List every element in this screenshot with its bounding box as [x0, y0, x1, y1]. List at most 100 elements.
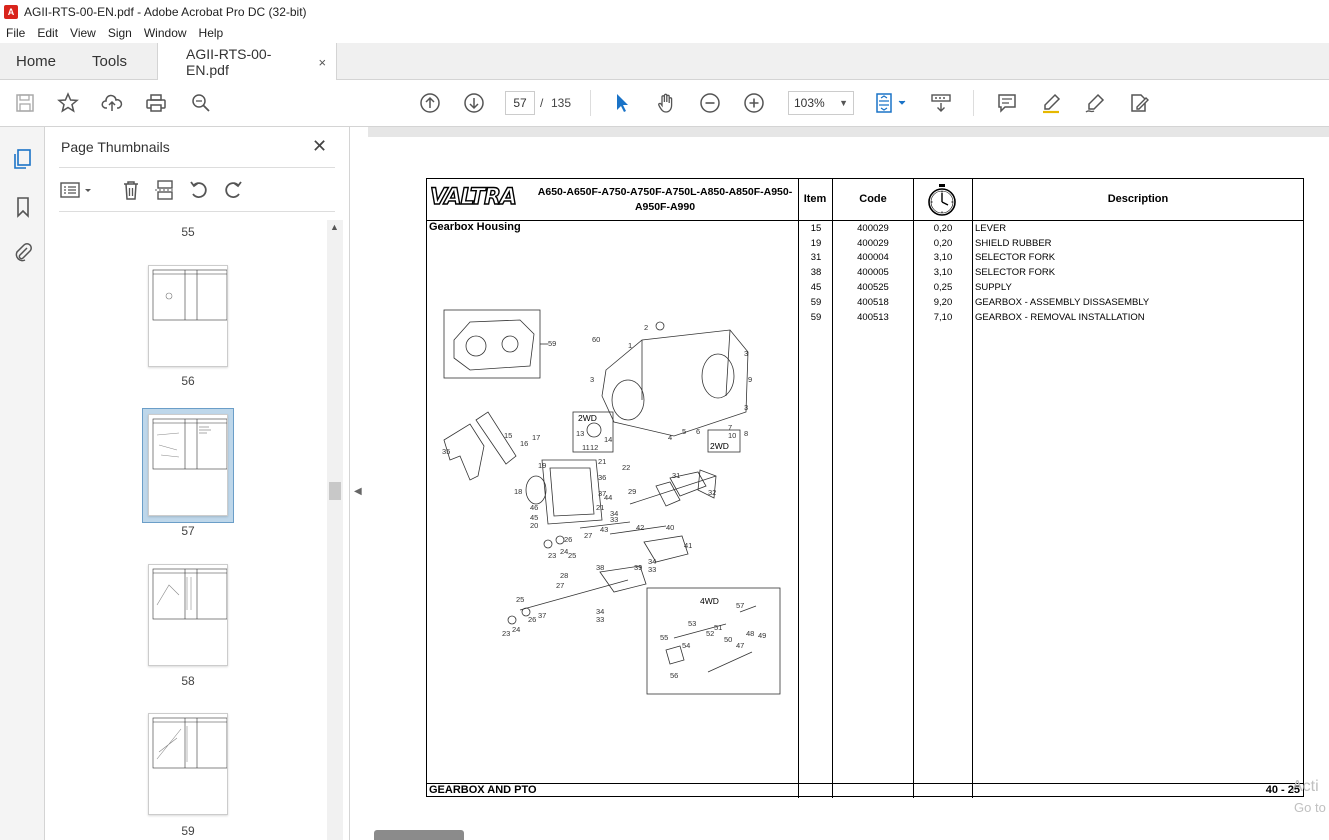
row-time: 0,20 — [933, 223, 953, 234]
extract-pages-icon[interactable] — [153, 179, 177, 201]
thumbnail-page-57[interactable] — [148, 414, 228, 516]
thumbnail-label-59: 59 — [181, 824, 195, 838]
row-description: SUPPLY — [975, 282, 1012, 293]
svg-text:46: 46 — [530, 503, 538, 512]
rotate-clockwise-icon[interactable] — [221, 179, 245, 201]
upload-cloud-icon[interactable] — [101, 92, 123, 114]
draw-signature-icon[interactable] — [1084, 92, 1106, 114]
row-code: 400513 — [857, 312, 889, 323]
row-item: 38 — [810, 267, 822, 278]
page-separator: / — [540, 96, 544, 110]
svg-text:50: 50 — [724, 635, 732, 644]
bookmarks-icon[interactable] — [11, 195, 35, 219]
menu-window[interactable]: Window — [144, 26, 187, 40]
save-icon[interactable] — [14, 92, 36, 114]
menu-help[interactable]: Help — [199, 26, 224, 40]
delete-page-icon[interactable] — [119, 179, 143, 201]
thumbnail-label-56: 56 — [181, 374, 195, 388]
svg-text:5: 5 — [682, 427, 686, 436]
comment-icon[interactable] — [996, 92, 1018, 114]
row-code: 400004 — [857, 252, 889, 263]
menu-sign[interactable]: Sign — [108, 26, 132, 40]
svg-text:15: 15 — [504, 431, 512, 440]
menu-edit[interactable]: Edit — [37, 26, 58, 40]
thumbnail-options-icon[interactable] — [59, 179, 95, 201]
attachments-paperclip-icon[interactable] — [11, 240, 35, 264]
row-time: 0,20 — [933, 238, 953, 249]
svg-text:20: 20 — [530, 521, 538, 530]
svg-text:16: 16 — [520, 439, 528, 448]
row-description: GEARBOX - ASSEMBLY DISSASEMBLY — [975, 297, 1150, 308]
tab-bar: Home Tools AGII-RTS-00-EN.pdf × — [0, 43, 1329, 81]
rotate-counterclockwise-icon[interactable] — [187, 179, 211, 201]
row-code: 400029 — [857, 238, 889, 249]
drawing-label-4wd: 4WD — [700, 596, 719, 606]
hand-tool-icon[interactable] — [655, 92, 677, 114]
svg-text:42: 42 — [636, 523, 644, 532]
fit-page-icon[interactable] — [874, 92, 910, 114]
model-list: A650-A650F-A750-A750F-A750L-A850-A850F-A… — [537, 186, 793, 213]
zoom-search-icon[interactable] — [190, 92, 212, 114]
svg-text:23: 23 — [502, 629, 510, 638]
select-cursor-icon[interactable] — [611, 92, 633, 114]
svg-text:38: 38 — [596, 563, 604, 572]
svg-text:33: 33 — [648, 565, 656, 574]
svg-text:39: 39 — [634, 563, 642, 572]
edit-pdf-icon[interactable] — [1128, 92, 1150, 114]
scroll-mode-icon[interactable] — [930, 92, 952, 114]
svg-text:8: 8 — [744, 429, 748, 438]
previous-page-icon[interactable] — [419, 92, 441, 114]
svg-text:56: 56 — [670, 671, 678, 680]
zoom-out-icon[interactable] — [699, 92, 721, 114]
thumbnail-page-56[interactable] — [148, 265, 228, 367]
acrobat-icon: A — [4, 4, 18, 19]
svg-text:25: 25 — [568, 551, 576, 560]
svg-text:6: 6 — [696, 427, 700, 436]
svg-text:27: 27 — [584, 531, 592, 540]
drawing-label-2wd: 2WD — [578, 413, 597, 423]
thumbnail-page-58[interactable] — [148, 564, 228, 666]
zoom-level-select[interactable]: 103% ▼ — [788, 91, 854, 115]
page-thumbnails-icon[interactable] — [11, 147, 35, 171]
page-size-badge — [374, 830, 464, 840]
bookmark-star-icon[interactable] — [57, 92, 79, 114]
row-time: 3,10 — [933, 267, 953, 278]
section-title: Gearbox Housing — [429, 221, 521, 233]
thumbnail-label-58: 58 — [181, 674, 195, 688]
close-tab-icon[interactable]: × — [318, 55, 326, 70]
left-navigation-pane — [0, 127, 45, 840]
svg-text:33: 33 — [596, 615, 604, 624]
thumbnails-scrollbar[interactable]: ▲ — [327, 220, 343, 840]
scroll-up-arrow-icon[interactable]: ▲ — [330, 222, 339, 232]
chevron-down-icon: ▼ — [839, 98, 848, 108]
menu-bar: File Edit View Sign Window Help — [0, 23, 1329, 43]
row-code: 400525 — [857, 282, 889, 293]
svg-text:55: 55 — [660, 633, 668, 642]
svg-text:47: 47 — [736, 641, 744, 650]
document-tab-label: AGII-RTS-00-EN.pdf — [186, 46, 272, 78]
page-number-input[interactable]: 57 — [505, 91, 535, 115]
tab-tools[interactable]: Tools — [76, 43, 143, 79]
collapse-panel-arrow-icon[interactable]: ◀ — [354, 486, 362, 497]
main-toolbar: 57 / 135 103% ▼ — [0, 80, 1329, 127]
print-icon[interactable] — [145, 92, 167, 114]
menu-file[interactable]: File — [6, 26, 25, 40]
svg-text:59: 59 — [548, 339, 556, 348]
row-time: 3,10 — [933, 252, 953, 263]
panel-title: Page Thumbnails — [61, 139, 170, 155]
thumbnail-page-59[interactable] — [148, 713, 228, 815]
tab-document[interactable]: AGII-RTS-00-EN.pdf × — [157, 43, 338, 81]
highlight-pen-icon[interactable] — [1040, 92, 1062, 114]
close-panel-icon[interactable]: ✕ — [312, 136, 327, 157]
drawing-label-2wd: 2WD — [710, 441, 729, 451]
svg-text:35: 35 — [442, 447, 450, 456]
tab-home[interactable]: Home — [0, 43, 76, 79]
zoom-in-icon[interactable] — [743, 92, 765, 114]
valtra-logo: VALTRA — [429, 184, 517, 210]
column-header-description: Description — [1107, 193, 1169, 205]
scrollbar-thumb[interactable] — [329, 482, 341, 500]
svg-text:22: 22 — [622, 463, 630, 472]
toolbar-divider — [973, 90, 974, 116]
menu-view[interactable]: View — [70, 26, 96, 40]
next-page-icon[interactable] — [463, 92, 485, 114]
